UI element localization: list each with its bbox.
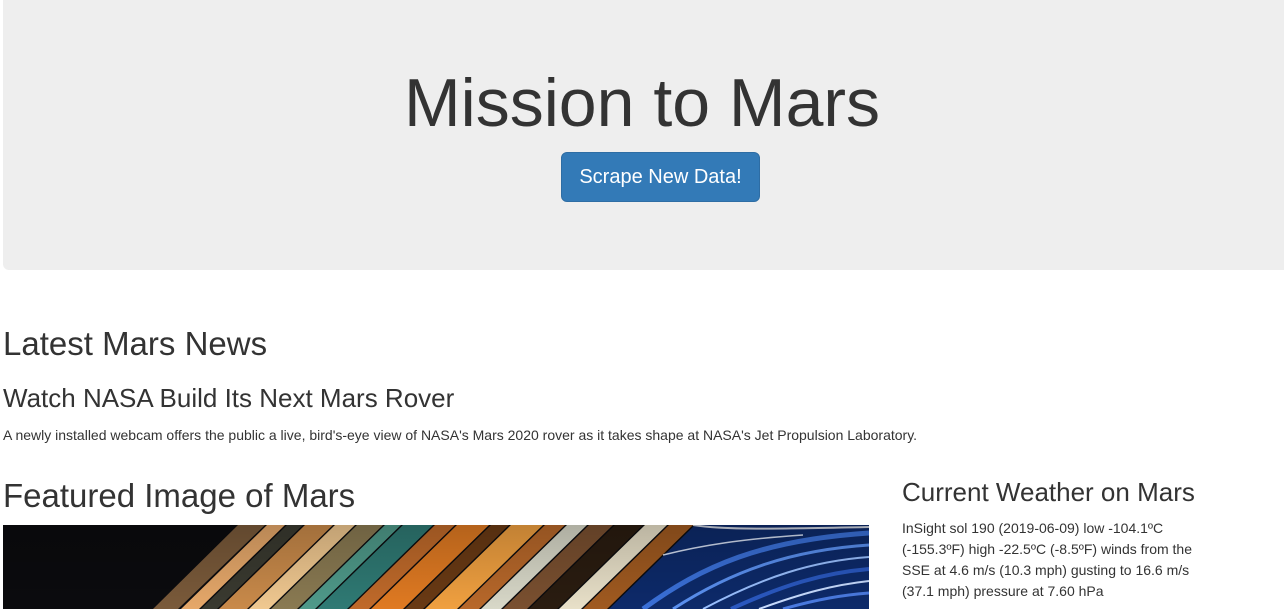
featured-image	[3, 525, 869, 609]
weather-report: InSight sol 190 (2019-06-09) low -104.1º…	[902, 520, 1192, 599]
featured-image-heading: Featured Image of Mars	[3, 477, 356, 514]
news-paragraph: A newly installed webcam offers the publ…	[3, 427, 918, 443]
scrape-new-data-button[interactable]: Scrape New Data!	[561, 152, 760, 202]
saturn-rings-image	[3, 525, 869, 609]
jumbotron-header: Mission to Mars Scrape New Data!	[3, 0, 1284, 270]
page-title: Mission to Mars	[403, 65, 881, 141]
news-title: Watch NASA Build Its Next Mars Rover	[3, 383, 455, 413]
latest-news-heading: Latest Mars News	[3, 325, 268, 362]
current-weather-heading: Current Weather on Mars	[902, 477, 1195, 507]
